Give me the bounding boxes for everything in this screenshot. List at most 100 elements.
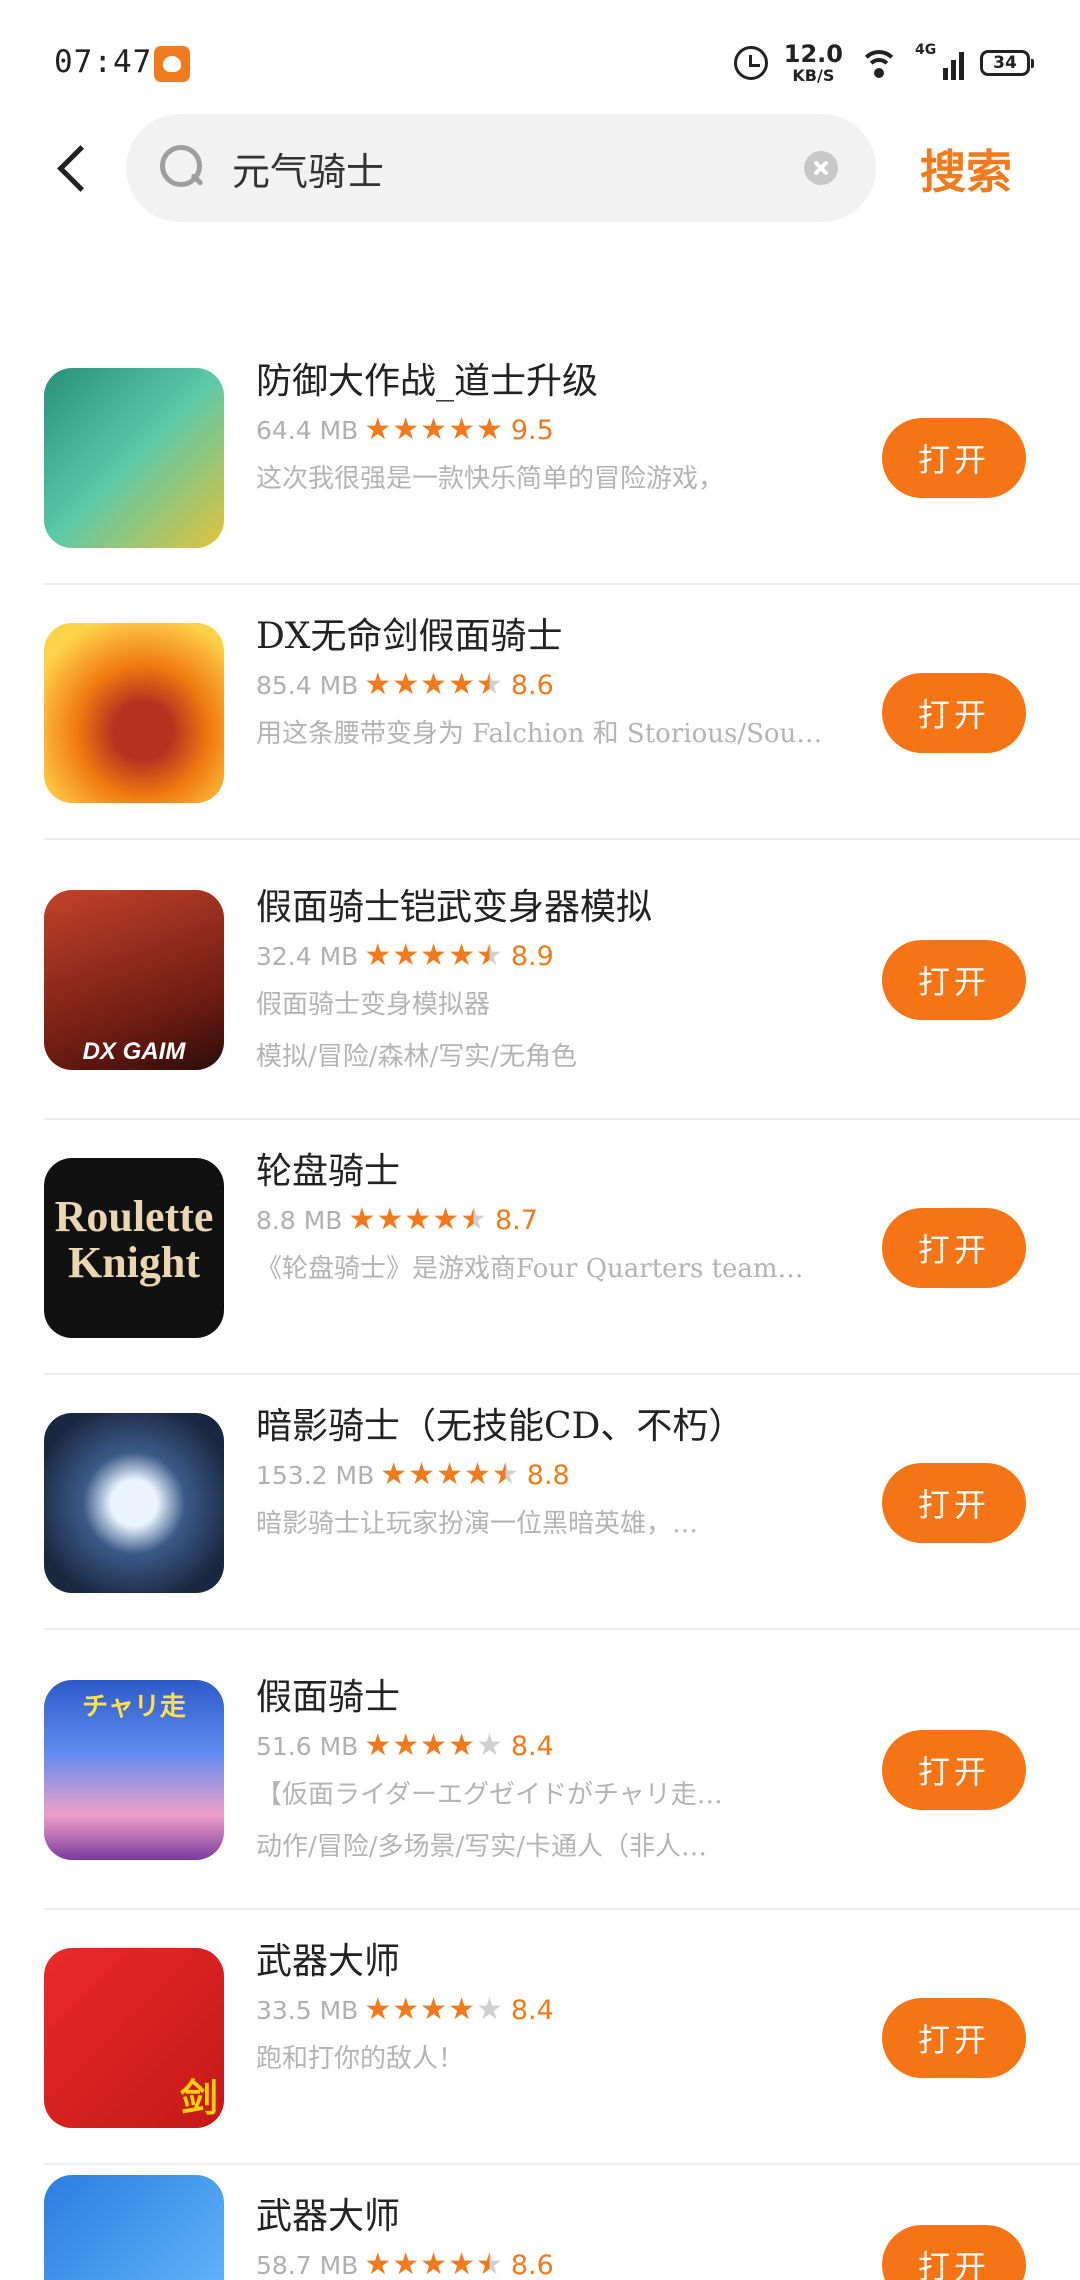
app-icon[interactable]: 剑 [44,1947,224,2128]
star-icon: ★ [432,1202,460,1237]
app-name: 假面骑士铠武变身器模拟 [256,887,653,928]
app-rating: 8.6 [510,2249,554,2280]
app-size: 153.2 MB [256,1460,375,1490]
app-meta: 153.2 MB ★ ★ ★ ★ ★ 8.8 [256,1457,570,1493]
app-meta: 8.8 MB ★ ★ ★ ★ ★ 8.7 [256,1202,538,1238]
star-icon: ★ [420,938,448,973]
app-rating: 8.6 [510,669,554,701]
star-icon: ★ [463,1457,491,1492]
star-icon: ★ [491,1457,519,1492]
app-icon[interactable] [44,2175,224,2280]
app-description: 暗影骑士让玩家扮演一位黑暗英雄，… [256,1509,699,1539]
rating-stars: ★ ★ ★ ★ ★ [364,1995,503,2025]
app-size: 64.4 MB [256,415,359,445]
app-icon[interactable]: Roulette Knight [44,1157,224,1338]
open-button[interactable]: 打开 [882,2225,1026,2280]
star-icon: ★ [408,1457,436,1492]
star-icon: ★ [475,1992,503,2027]
star-icon: ★ [420,2247,448,2280]
app-size: 51.6 MB [256,1731,359,1761]
app-icon-text: チャリ走 [82,1692,186,1722]
app-icon-text: 剑 [179,2074,218,2120]
app-rating: 8.7 [494,1204,538,1236]
rating-stars: ★ ★ ★ ★ ★ [364,1731,503,1761]
result-item[interactable]: 防御大作战_道士升级 64.4 MB ★ ★ ★ ★ ★ 9.5 这次我很强是一款快乐简单的冒险… [0,330,1080,585]
star-icon: ★ [376,1202,404,1237]
app-name: 轮盘骑士 [256,1151,401,1192]
star-icon: ★ [475,1728,503,1763]
star-icon: ★ [392,667,420,702]
app-tags: 动作/冒险/多场景/写实/卡通人（非人… [256,1832,708,1862]
result-item[interactable]: 暗影骑士（无技能CD、不朽） 153.2 MB ★ ★ ★ ★ ★ 8.8 暗影骑士让玩家扮演一… [0,1375,1080,1630]
star-icon: ★ [364,667,392,702]
app-name: 暗影骑士（无技能CD、不朽） [256,1406,745,1447]
app-icon[interactable] [44,367,224,548]
star-icon: ★ [436,1457,463,1492]
star-icon: ★ [475,667,503,702]
app-rating: 8.4 [510,1994,554,2026]
star-icon: ★ [364,2247,392,2280]
result-item[interactable]: チャリ走 假面骑士 51.6 MB ★ ★ ★ ★ ★ 8.4 【仮面ライダーエグゼイドがチャリ走… [0,1630,1080,1910]
search-result-list: 防御大作战_道士升级 64.4 MB ★ ★ ★ ★ ★ 9.5 这次我很强是一款快乐简单的冒险… [0,0,1080,2280]
star-icon: ★ [448,667,475,702]
app-name: 假面骑士 [256,1677,401,1718]
app-size: 58.7 MB [256,2250,359,2280]
star-icon: ★ [448,1728,475,1763]
result-item[interactable]: 武器大师 58.7 MB ★ ★ ★ ★ ★ 8.6 打开 [0,2165,1080,2280]
open-button[interactable]: 打开 [882,1207,1026,1288]
star-icon: ★ [448,938,475,973]
rating-stars: ★ ★ ★ ★ ★ [380,1460,519,1490]
star-icon: ★ [420,1728,448,1763]
rating-stars: ★ ★ ★ ★ ★ [364,415,503,445]
app-meta: 51.6 MB ★ ★ ★ ★ ★ 8.4 [256,1728,554,1764]
app-size: 8.8 MB [256,1205,343,1235]
star-icon: ★ [392,2247,420,2280]
open-button[interactable]: 打开 [882,940,1026,1020]
app-description: 【仮面ライダーエグゼイドがチャリ走… [256,1780,723,1810]
star-icon: ★ [364,412,392,447]
star-icon: ★ [392,1992,420,2027]
star-icon: ★ [364,1728,392,1763]
open-button[interactable]: 打开 [882,1462,1026,1543]
app-description: 这次我很强是一款快乐简单的冒险游戏， [256,464,725,494]
star-icon: ★ [460,1202,487,1237]
app-size: 32.4 MB [256,941,359,971]
result-item[interactable]: DX无命剑假面骑士 85.4 MB ★ ★ ★ ★ ★ 8.6 用这条腰带变身为 Falchio… [0,585,1080,840]
app-name: 武器大师 [256,1941,401,1982]
result-item[interactable]: Roulette Knight 轮盘骑士 8.8 MB ★ ★ ★ ★ ★ 8.7 《轮盘骑士》是… [0,1120,1080,1375]
star-icon: ★ [364,938,392,973]
star-icon: ★ [392,1728,420,1763]
app-meta: 58.7 MB ★ ★ ★ ★ ★ 8.6 [256,2247,554,2280]
app-rating: 9.5 [510,414,554,446]
star-icon: ★ [392,938,420,973]
star-icon: ★ [348,1202,376,1237]
app-name: 武器大师 [256,2196,401,2237]
star-icon: ★ [392,412,420,447]
app-name: DX无命剑假面骑士 [256,616,563,657]
app-icon[interactable]: DX GAIM [44,890,224,1070]
star-icon: ★ [420,1992,448,2027]
star-icon: ★ [404,1202,432,1237]
open-button[interactable]: 打开 [882,417,1026,498]
app-name: 防御大作战_道士升级 [256,361,599,402]
open-button[interactable]: 打开 [882,1997,1026,2078]
app-icon[interactable] [44,1412,224,1593]
result-item[interactable]: 剑 武器大师 33.5 MB ★ ★ ★ ★ ★ 8.4 跑和打你的敌人！ 打开 [0,1910,1080,2165]
star-icon: ★ [448,2247,475,2280]
app-size: 33.5 MB [256,1995,359,2025]
open-button[interactable]: 打开 [882,672,1026,753]
star-icon: ★ [420,412,448,447]
app-rating: 8.8 [526,1459,570,1491]
star-icon: ★ [475,412,503,447]
result-item[interactable]: DX GAIM 假面骑士铠武变身器模拟 32.4 MB ★ ★ ★ ★ ★ 8.9 假面骑士变身模… [0,840,1080,1120]
rating-stars: ★ ★ ★ ★ ★ [364,670,503,700]
app-size: 85.4 MB [256,670,359,700]
open-button[interactable]: 打开 [882,1730,1026,1810]
app-meta: 32.4 MB ★ ★ ★ ★ ★ 8.9 [256,938,554,974]
app-icon[interactable] [44,622,224,803]
star-icon: ★ [475,938,503,973]
app-description: 跑和打你的敌人！ [256,2044,465,2074]
app-icon[interactable]: チャリ走 [44,1680,224,1860]
star-icon: ★ [380,1457,408,1492]
star-icon: ★ [420,667,448,702]
